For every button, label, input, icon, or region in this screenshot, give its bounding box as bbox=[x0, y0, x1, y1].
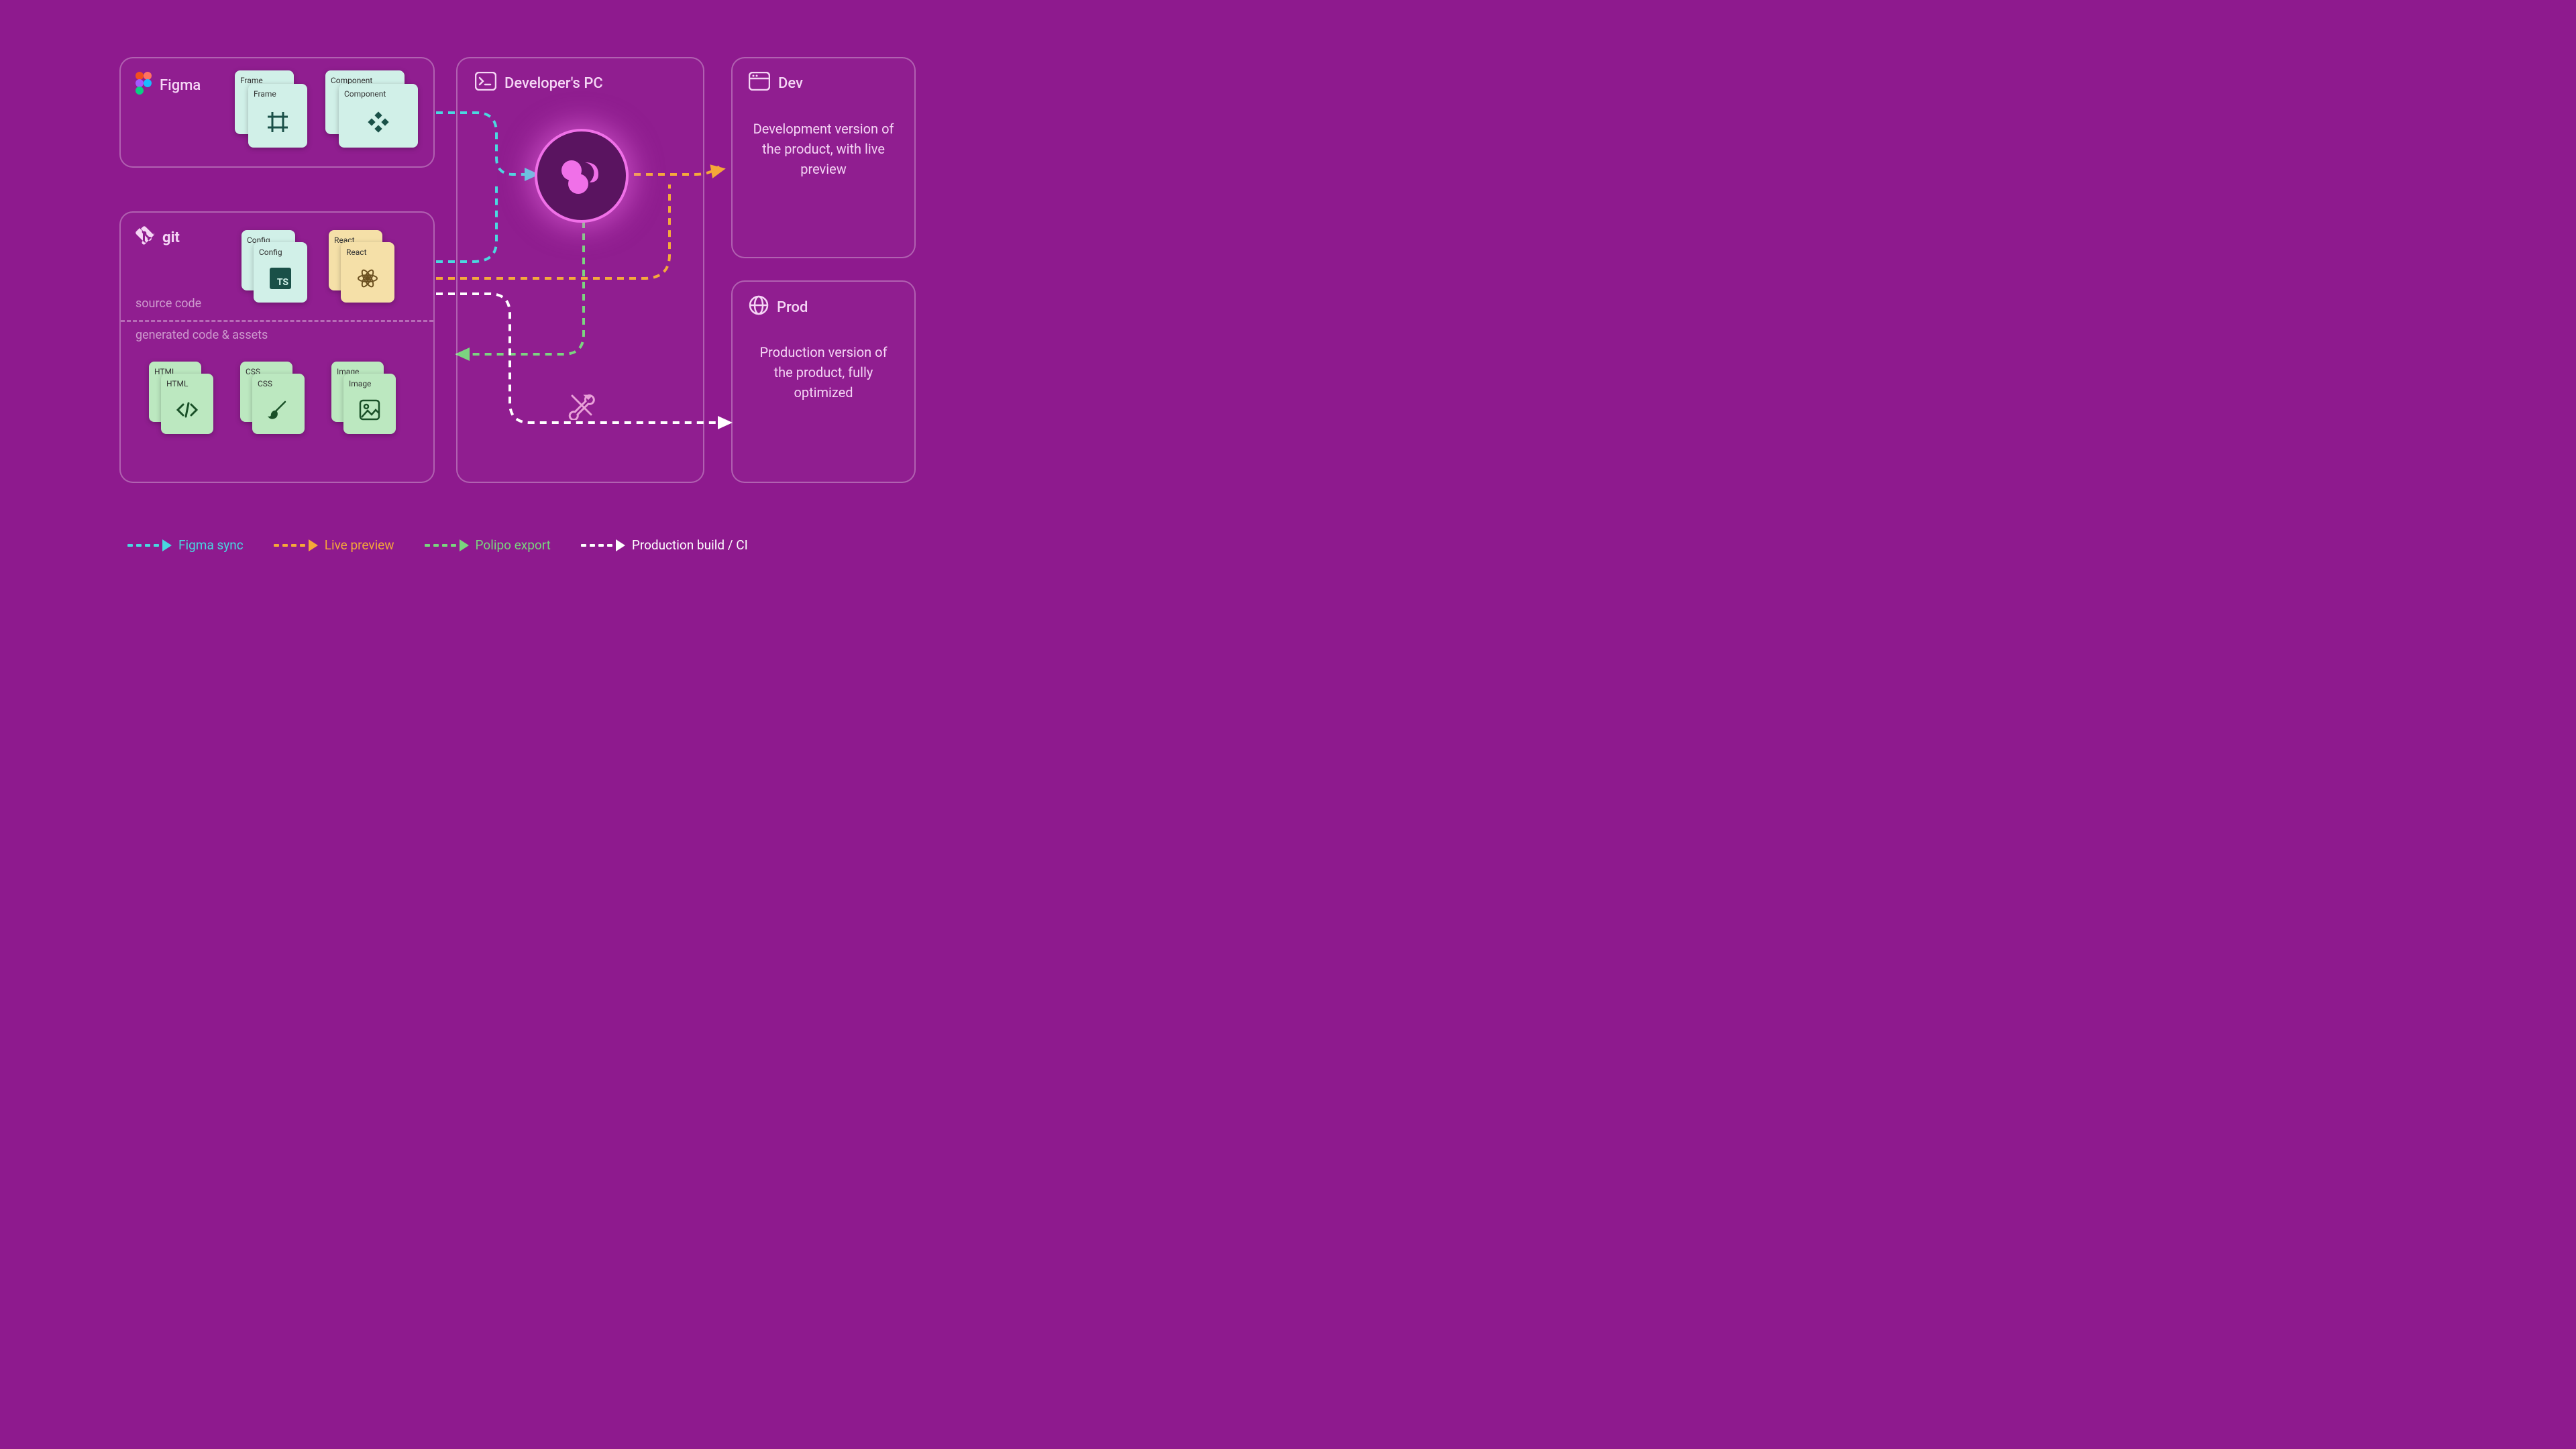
prod-panel: Prod Production version of the product, … bbox=[731, 280, 916, 483]
code-icon bbox=[166, 391, 208, 429]
config-front: Config TS bbox=[254, 242, 307, 303]
dev-panel: Dev Development version of the product, … bbox=[731, 57, 916, 258]
legend-figma-sync: Figma sync bbox=[127, 537, 244, 553]
component-label-front: Component bbox=[344, 89, 413, 99]
legend-prod-build: Production build / CI bbox=[581, 537, 748, 553]
html-front: HTML bbox=[161, 374, 213, 434]
source-code-label: source code bbox=[136, 297, 201, 311]
prod-title: Prod bbox=[777, 299, 808, 316]
dev-desc: Development version of the product, with… bbox=[749, 119, 898, 179]
figma-title: Figma bbox=[160, 77, 201, 94]
globe-icon bbox=[749, 295, 769, 319]
terminal-icon bbox=[475, 72, 496, 95]
figma-panel: Figma Frame Frame Component Component bbox=[119, 57, 435, 168]
generated-label: generated code & assets bbox=[136, 328, 268, 342]
component-icon bbox=[344, 101, 413, 142]
dev-title: Dev bbox=[778, 75, 803, 92]
legend-polipo-export: Polipo export bbox=[425, 537, 551, 553]
polipo-icon bbox=[555, 149, 608, 203]
polipo-logo bbox=[535, 129, 629, 223]
git-title: git bbox=[162, 229, 180, 246]
frame-icon bbox=[254, 101, 302, 142]
frame-label-front: Frame bbox=[254, 89, 302, 99]
image-icon bbox=[349, 391, 390, 429]
prod-desc: Production version of the product, fully… bbox=[749, 342, 898, 402]
react-icon bbox=[346, 260, 389, 297]
devpc-panel: Developer's PC bbox=[456, 57, 704, 483]
devpc-title-row: Developer's PC bbox=[475, 72, 603, 95]
window-icon bbox=[749, 72, 770, 95]
css-front: CSS bbox=[252, 374, 305, 434]
image-front: Image bbox=[343, 374, 396, 434]
frame-card-front: Frame bbox=[248, 84, 307, 148]
legend: Figma sync Live preview Polipo export Pr… bbox=[127, 537, 748, 553]
figma-title-row: Figma bbox=[136, 72, 201, 99]
figma-logo-icon bbox=[136, 72, 152, 99]
devpc-title: Developer's PC bbox=[504, 75, 603, 92]
legend-live-preview: Live preview bbox=[274, 537, 394, 553]
component-card-front: Component bbox=[339, 84, 418, 148]
git-divider bbox=[121, 320, 433, 322]
git-title-row: git bbox=[136, 226, 180, 249]
git-panel: git Config Config TS React React bbox=[119, 211, 435, 483]
prod-title-row: Prod bbox=[749, 295, 808, 319]
brush-icon bbox=[258, 391, 299, 429]
git-logo-icon bbox=[136, 226, 154, 249]
react-front: React bbox=[341, 242, 394, 303]
dev-title-row: Dev bbox=[749, 72, 803, 95]
wrench-icon bbox=[567, 390, 596, 423]
ts-icon: TS bbox=[259, 260, 302, 297]
